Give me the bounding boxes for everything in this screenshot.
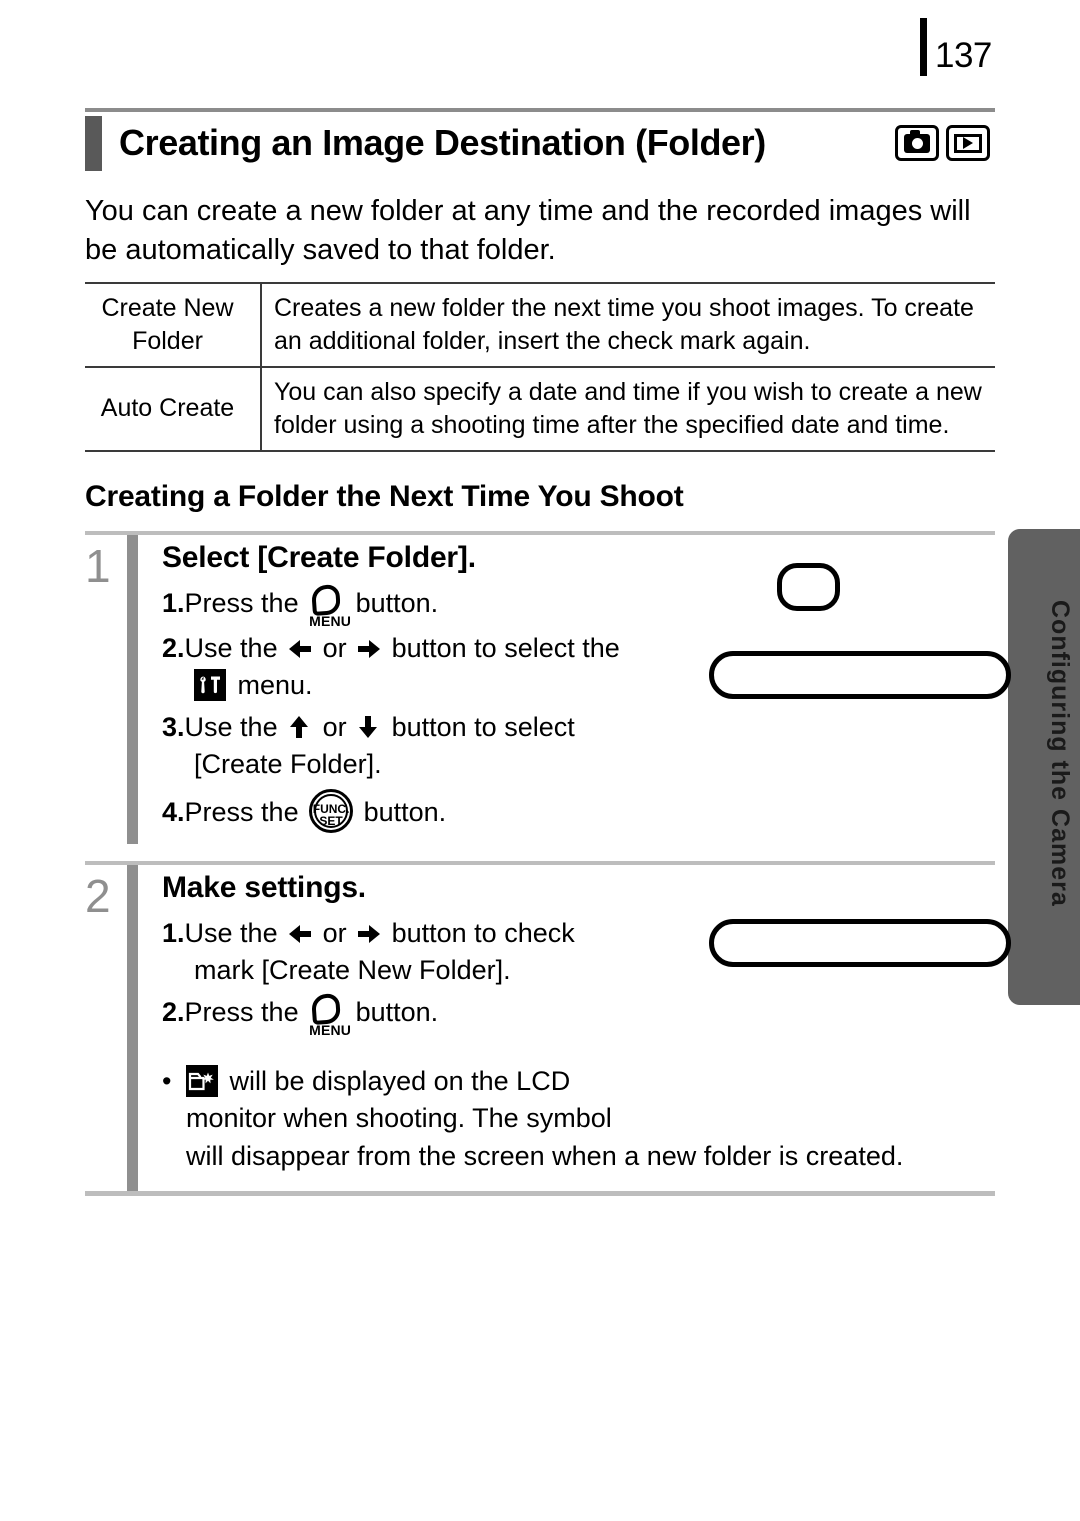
right-arrow-icon (356, 634, 382, 658)
section-subheading: Creating a Folder the Next Time You Shoo… (85, 479, 684, 513)
step-1-gutter (127, 534, 138, 844)
func-label: FUNC. (312, 801, 350, 816)
step-1-substep-1: 1.Press the MENU button. (162, 583, 702, 628)
page-title: Creating an Image Destination (Folder) (119, 122, 766, 163)
playback-icon (954, 133, 982, 153)
note-bullet: • will be displayed on the LCD monitor w… (162, 1063, 995, 1185)
note-line-2: monitor when shooting. The symbol (186, 1103, 612, 1134)
shooting-mode-icon (895, 125, 939, 161)
or-label: or (315, 632, 355, 663)
mode-icon-group (895, 125, 995, 161)
substep-number: 2. (162, 632, 185, 663)
step-1-text: Select [Create Folder]. 1.Press the MENU… (162, 541, 702, 838)
step-2-figure (702, 871, 1011, 1040)
menu-button-icon: MENU (308, 583, 351, 628)
page-title-row: Creating an Image Destination (Folder) (85, 112, 995, 174)
note-line-3: will disappear from the screen when a ne… (186, 1140, 904, 1171)
table-cell-description: Creates a new folder the next time you s… (274, 293, 974, 355)
substep-number: 1. (162, 587, 185, 618)
substep-text: Press the (184, 587, 307, 618)
chapter-side-tab-label: Configuring the Camera (1046, 600, 1074, 907)
step-2-number: 2 (85, 869, 111, 922)
or-label: or (315, 712, 355, 743)
create-folder-symbol-icon (186, 1065, 218, 1098)
right-arrow-icon (356, 919, 382, 943)
substep-text: Use the (184, 917, 286, 948)
substep-text-tail: button. (356, 796, 447, 827)
up-arrow-icon (287, 713, 313, 739)
substep-text-tail: button. (348, 587, 439, 618)
note-body: will be displayed on the LCD monitor whe… (186, 1063, 995, 1175)
substep-text-tail: button to check (384, 917, 575, 948)
menu-button-label: MENU (309, 612, 352, 629)
table-row: Auto Create You can also specify a date … (85, 366, 995, 451)
substep-text: Use the (184, 632, 286, 663)
substep-text: Press the (184, 997, 307, 1028)
step-1-number: 1 (85, 539, 111, 592)
substep-number: 4. (162, 796, 185, 827)
step-2-substep-1-line2: mark [Create New Folder]. (194, 954, 511, 985)
step-1-figure (702, 541, 1011, 838)
table-cell-label: Create New Folder (85, 282, 262, 367)
page-body: Creating an Image Destination (Folder) Y… (85, 0, 1011, 1196)
substep-number: 1. (162, 917, 185, 948)
down-arrow-icon (356, 713, 382, 739)
table-row: Create New Folder Creates a new folder t… (85, 282, 995, 367)
figure-button-placeholder (777, 562, 840, 611)
setup-menu-icon (194, 668, 226, 701)
title-accent-bar (85, 115, 102, 171)
section-bottom-rule (85, 1190, 995, 1196)
substep-number: 2. (162, 997, 185, 1028)
menu-button-label: MENU (309, 1022, 352, 1039)
step-1-substep-2: 2.Use the or button to select the menu. (162, 630, 702, 705)
step-2-title: Make settings. (162, 870, 366, 904)
intro-paragraph: You can create a new folder at any time … (85, 195, 971, 266)
left-arrow-icon (287, 919, 313, 943)
substep-text-tail: button to select (384, 712, 575, 743)
menu-word: menu. (230, 669, 313, 700)
or-label: or (315, 917, 355, 948)
playback-mode-icon (946, 125, 990, 161)
step-1-substep-3: 3.Use the or button to select [Create Fo… (162, 709, 702, 784)
bullet-dot: • (162, 1066, 172, 1097)
step-2-text: Make settings. 1.Use the or button to ch… (162, 871, 702, 1040)
substep-number: 3. (162, 712, 185, 743)
step-1-substep-4: 4.Press the FUNC. SET button. (162, 788, 702, 833)
step-2-gutter (127, 864, 138, 1191)
set-label: SET (319, 813, 343, 828)
table-cell-description: You can also specify a date and time if … (274, 377, 982, 439)
step-1-substep-3-line2: [Create Folder]. (194, 749, 382, 780)
step-2-substep-1: 1.Use the or button to check mark [Creat… (162, 915, 702, 990)
note-line-1: will be displayed on the LCD (222, 1066, 571, 1097)
figure-screen-placeholder (709, 918, 1011, 967)
left-arrow-icon (287, 634, 313, 658)
settings-table: Create New Folder Creates a new folder t… (85, 282, 995, 452)
step-2-content: Make settings. 1.Use the or button to ch… (162, 865, 1011, 1191)
camera-icon (904, 129, 930, 153)
step-2: 2 Make settings. 1.Use the or button to … (85, 864, 1011, 1191)
substep-text: Press the (184, 796, 307, 827)
table-cell-label: Auto Create (85, 366, 262, 451)
substep-text-tail: button. (348, 997, 439, 1028)
figure-screen-placeholder (709, 650, 1011, 699)
step-1-substep-2-line2: menu. (162, 667, 702, 704)
substep-text-tail: button to select the (384, 632, 620, 663)
step-1: 1 Select [Create Folder]. 1.Press the ME… (85, 534, 1011, 844)
substep-text: Use the (184, 712, 286, 743)
func-set-button-icon: FUNC. SET (309, 788, 354, 833)
menu-button-icon: MENU (308, 993, 351, 1037)
step-1-content: Select [Create Folder]. 1.Press the MENU… (162, 535, 1011, 844)
step-1-title: Select [Create Folder]. (162, 540, 476, 574)
step-2-substep-2: 2.Press the MENU button. (162, 993, 702, 1037)
